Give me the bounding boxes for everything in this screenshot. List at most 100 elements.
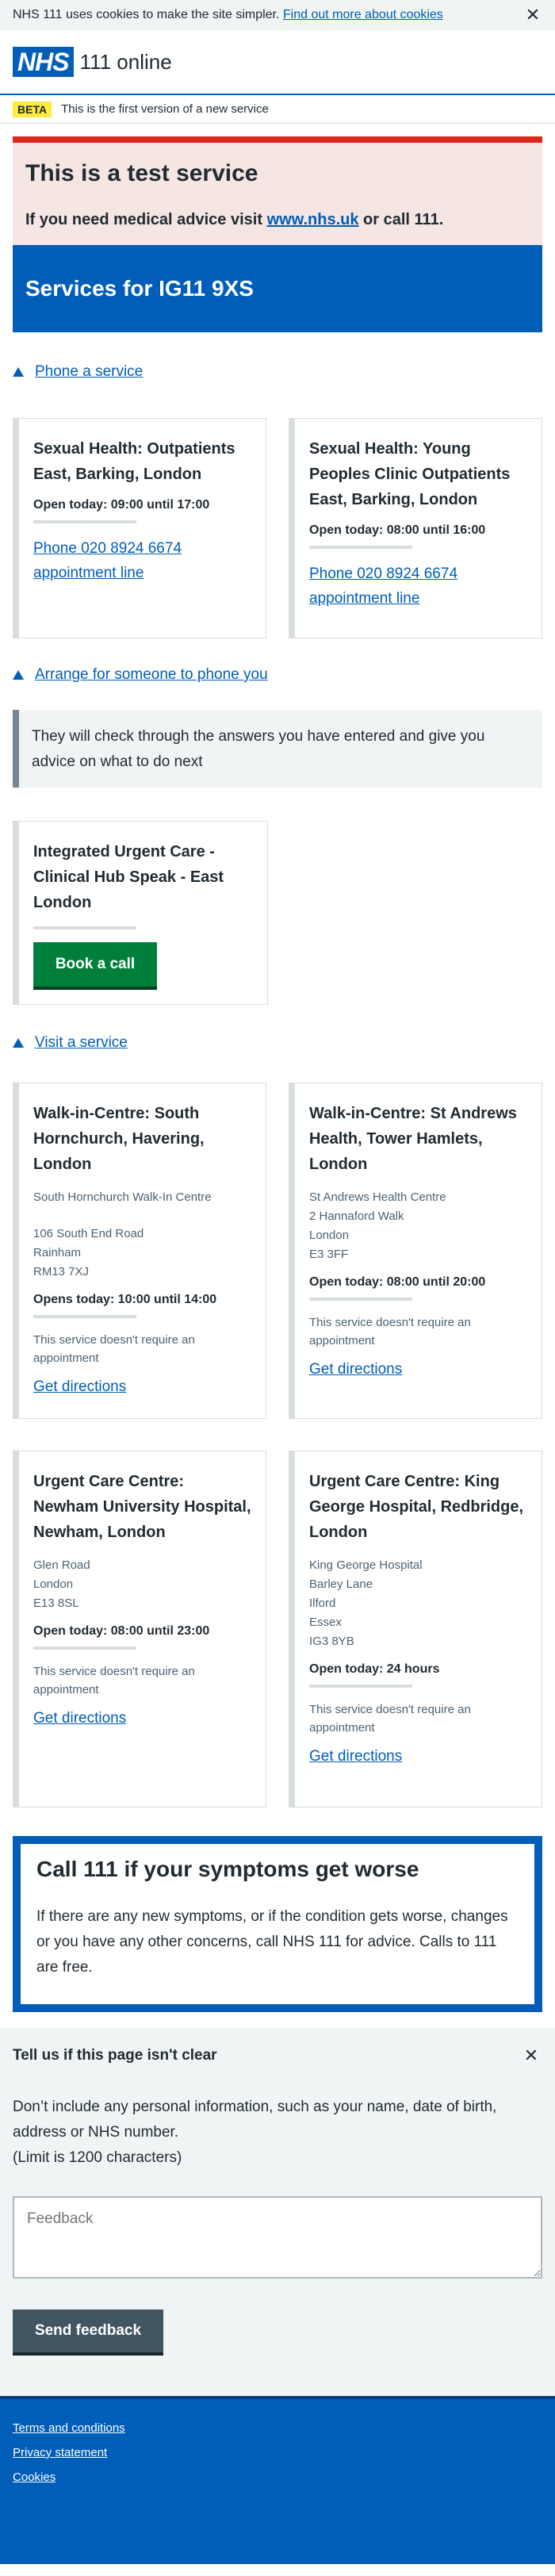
book-a-call-button[interactable]: Book a call [33, 942, 157, 987]
divider [33, 520, 136, 523]
close-icon[interactable]: ✕ [520, 2045, 542, 2066]
service-name[interactable]: 111 online [80, 50, 172, 75]
visit-service-toggle[interactable]: Visit a service [0, 1032, 555, 1054]
nhs-logo[interactable]: NHS [13, 47, 74, 77]
callback-services-list: Integrated Urgent Care - Clinical Hub Sp… [0, 821, 555, 1005]
beta-text: This is the first version of a new servi… [61, 102, 269, 116]
divider [33, 1315, 136, 1318]
warning-text-before: If you need medical advice visit [25, 211, 267, 228]
divider [33, 1646, 136, 1650]
callback-link[interactable]: Arrange for someone to phone you [35, 666, 268, 684]
send-feedback-button[interactable]: Send feedback [13, 2310, 163, 2352]
opening-times: Open today: 08:00 until 23:00 [33, 1624, 210, 1638]
opening-times: Opens today: 10:00 until 14:00 [33, 1293, 217, 1306]
warning-text-after: or call 111. [358, 211, 444, 228]
services-heading-band: Services for IG11 9XS [13, 245, 542, 332]
opening-times: Open today: 24 hours [309, 1662, 440, 1676]
care-card-title: Call 111 if your symptoms get worse [36, 1857, 419, 1881]
service-address: King George Hospital Barley Lane Ilford … [309, 1556, 527, 1651]
service-title: Urgent Care Centre: Newham University Ho… [33, 1473, 251, 1541]
service-card: Urgent Care Centre: Newham University Ho… [13, 1451, 266, 1807]
warning-title: This is a test service [25, 160, 258, 186]
service-card: Urgent Care Centre: King George Hospital… [289, 1451, 542, 1807]
opening-times: Open today: 08:00 until 20:00 [309, 1275, 486, 1289]
feedback-panel: Tell us if this page isn't clear ✕ Don’t… [0, 2028, 555, 2396]
address-line: E13 8SL [33, 1597, 79, 1610]
organisation-name: South Hornchurch Walk-In Centre [33, 1190, 212, 1204]
feedback-input[interactable] [13, 2196, 542, 2279]
service-address: St Andrews Health Centre 2 Hannaford Wal… [309, 1188, 527, 1264]
care-card-text: If there are any new symptoms, or if the… [36, 1908, 508, 1976]
beta-tag: BETA [13, 101, 52, 117]
footer-link-privacy[interactable]: Privacy statement [13, 2446, 542, 2459]
opening-times: Open today: 09:00 until 17:00 [33, 498, 210, 512]
get-directions-link[interactable]: Get directions [33, 1378, 126, 1395]
service-card: Sexual Health: Young Peoples Clinic Outp… [289, 418, 542, 638]
service-title: Urgent Care Centre: King George Hospital… [309, 1473, 524, 1541]
nhs-website-link[interactable]: www.nhs.uk [267, 211, 359, 228]
phone-service-toggle[interactable]: Phone a service [0, 361, 555, 383]
get-directions-link[interactable]: Get directions [309, 1748, 402, 1765]
feedback-instructions: Don’t include any personal information, … [13, 2095, 542, 2171]
address-line: Essex [309, 1616, 342, 1629]
appointment-note: This service doesn't require an appointm… [33, 1333, 195, 1365]
opening-times: Open today: 08:00 until 16:00 [309, 523, 486, 537]
callback-toggle[interactable]: Arrange for someone to phone you [0, 664, 555, 686]
callback-info-text: They will check through the answers you … [32, 728, 485, 770]
phone-link[interactable]: Phone 020 8924 6674 appointment line [33, 540, 182, 581]
address-line: E3 3FF [309, 1248, 349, 1261]
service-title: Walk-in-Centre: St Andrews Health, Tower… [309, 1105, 517, 1173]
service-title: Integrated Urgent Care - Clinical Hub Sp… [33, 843, 224, 911]
feedback-header: Tell us if this page isn't clear ✕ [13, 2045, 542, 2066]
divider [309, 546, 412, 549]
address-line: Ilford [309, 1597, 336, 1610]
address-line: Rainham [33, 1246, 82, 1259]
cookie-banner: NHS 111 uses cookies to make the site si… [0, 0, 555, 30]
service-card: Integrated Urgent Care - Clinical Hub Sp… [13, 821, 268, 1005]
address-line: IG3 8YB [309, 1635, 354, 1648]
cookie-banner-text: NHS 111 uses cookies to make the site si… [13, 8, 523, 22]
feedback-privacy-text: Don’t include any personal information, … [13, 2099, 497, 2141]
worsening-symptoms-card: Call 111 if your symptoms get worse If t… [13, 1836, 542, 2012]
triangle-up-icon [13, 670, 24, 680]
cookie-info-link[interactable]: Find out more about cookies [283, 8, 443, 21]
address-line: London [33, 1577, 74, 1591]
service-card: Walk-in-Centre: South Hornchurch, Haveri… [13, 1083, 266, 1419]
appointment-note: This service doesn't require an appointm… [309, 1703, 471, 1735]
visit-services-list-2: Urgent Care Centre: Newham University Ho… [0, 1451, 555, 1807]
footer-link-cookies[interactable]: Cookies [13, 2471, 542, 2484]
address-line: Glen Road [33, 1558, 90, 1572]
feedback-title: Tell us if this page isn't clear [13, 2047, 217, 2064]
beta-banner: BETA This is the first version of a new … [0, 95, 555, 124]
address-line: 2 Hannaford Walk [309, 1209, 404, 1223]
service-address: Glen Road London E13 8SL [33, 1556, 251, 1613]
warning-text: If you need medical advice visit www.nhs… [25, 211, 530, 229]
close-icon[interactable]: ✕ [523, 5, 542, 25]
service-card: Walk-in-Centre: St Andrews Health, Tower… [289, 1083, 542, 1419]
get-directions-link[interactable]: Get directions [309, 1361, 402, 1378]
visit-service-link[interactable]: Visit a service [35, 1034, 128, 1052]
phone-services-list: Sexual Health: Outpatients East, Barking… [0, 418, 555, 638]
appointment-note: This service doesn't require an appointm… [309, 1316, 471, 1347]
triangle-up-icon [13, 367, 24, 377]
appointment-note: This service doesn't require an appointm… [33, 1665, 195, 1696]
phone-service-link[interactable]: Phone a service [35, 363, 143, 381]
phone-link[interactable]: Phone 020 8924 6674 appointment line [309, 565, 457, 607]
address-line: Barley Lane [309, 1577, 373, 1591]
address-line: King George Hospital [309, 1558, 423, 1572]
triangle-up-icon [13, 1038, 24, 1048]
feedback-limit-text: (Limit is 1200 characters) [13, 2149, 182, 2166]
service-card: Sexual Health: Outpatients East, Barking… [13, 418, 266, 638]
cookie-banner-message: NHS 111 uses cookies to make the site si… [13, 8, 283, 21]
service-title: Walk-in-Centre: South Hornchurch, Haveri… [33, 1105, 205, 1173]
visit-services-list: Walk-in-Centre: South Hornchurch, Haveri… [0, 1083, 555, 1419]
divider [33, 926, 136, 930]
get-directions-link[interactable]: Get directions [33, 1710, 126, 1727]
callback-info-inset: They will check through the answers you … [13, 710, 542, 788]
divider [309, 1685, 412, 1688]
footer-link-terms[interactable]: Terms and conditions [13, 2421, 542, 2435]
address-line: St Andrews Health Centre [309, 1190, 446, 1204]
site-header: NHS 111 online [0, 30, 555, 95]
page-title: Services for IG11 9XS [25, 276, 254, 301]
test-service-warning: This is a test service If you need medic… [13, 136, 542, 245]
